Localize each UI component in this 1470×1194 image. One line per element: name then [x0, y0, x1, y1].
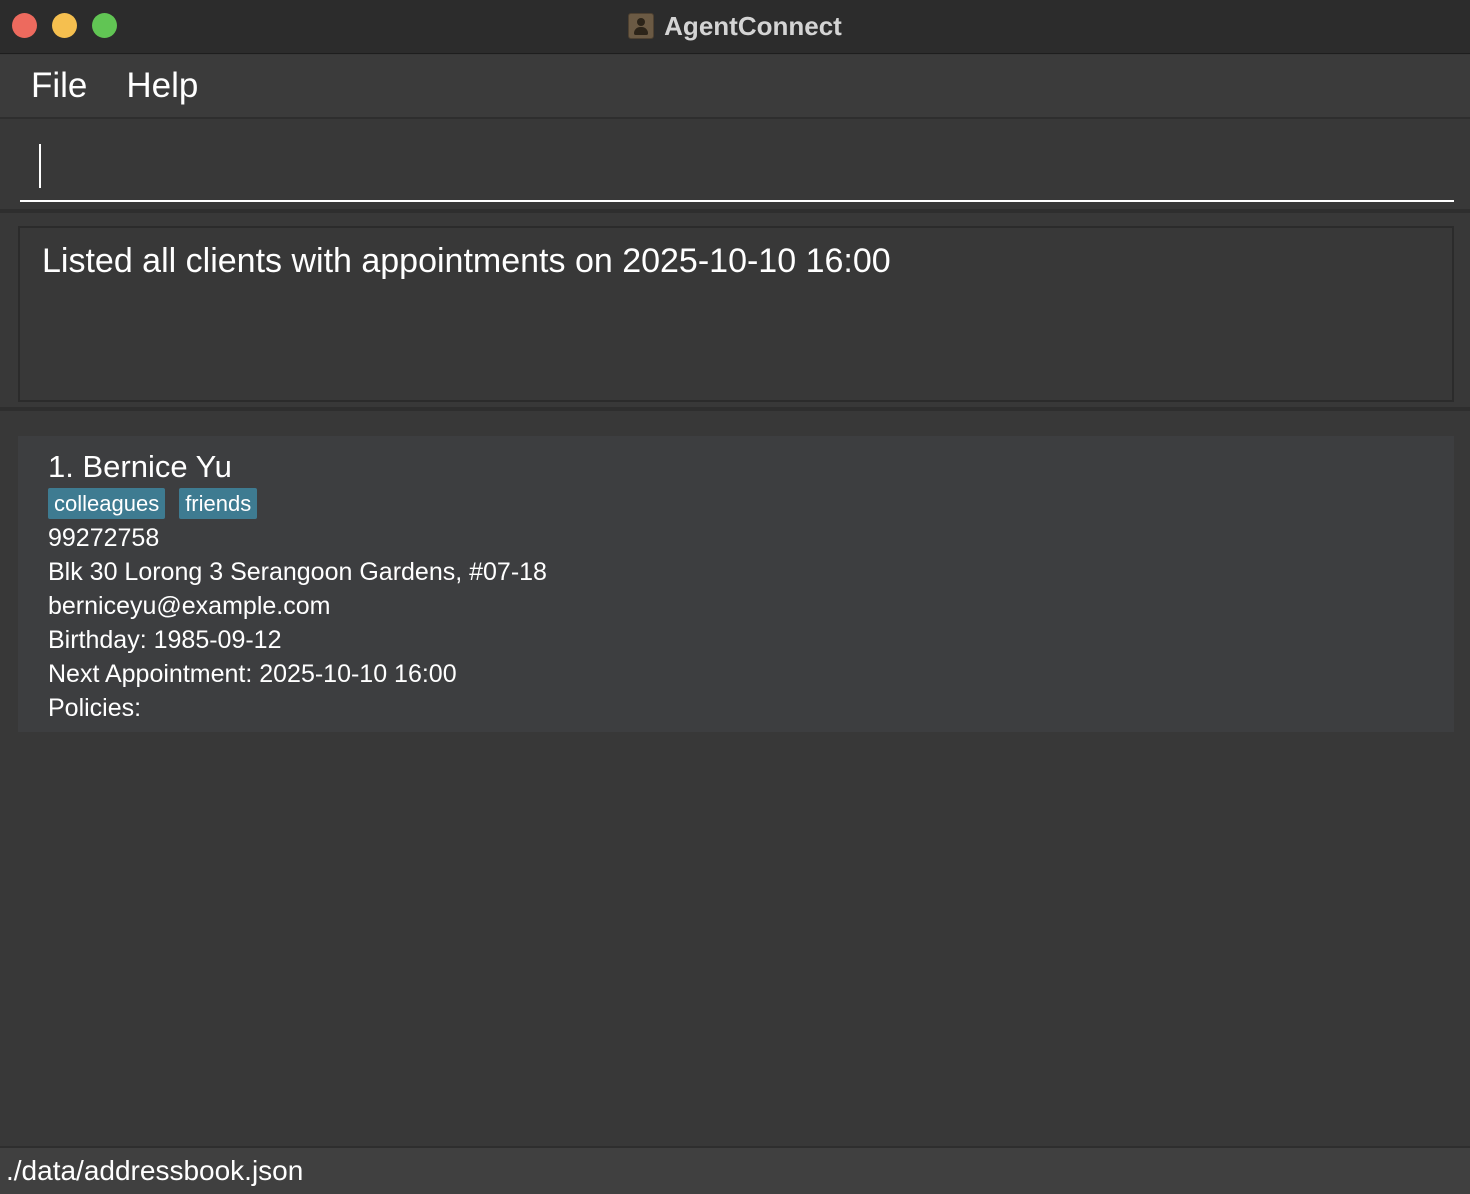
command-box-area — [0, 121, 1470, 213]
result-display-area: Listed all clients with appointments on … — [0, 217, 1470, 411]
status-bar: ./data/addressbook.json — [0, 1146, 1470, 1194]
save-file-path: ./data/addressbook.json — [6, 1155, 304, 1186]
app-window: AgentConnect File Help Listed all client… — [0, 0, 1470, 1194]
menu-bar: File Help — [0, 55, 1470, 119]
tag-colleagues: colleagues — [48, 488, 166, 519]
window-title: AgentConnect — [664, 10, 842, 41]
client-birthday: Birthday: 1985-09-12 — [48, 626, 282, 654]
client-tags: colleagues friends — [48, 488, 1424, 519]
client-address: Blk 30 Lorong 3 Serangoon Gardens, #07-1… — [48, 558, 547, 586]
text-caret — [39, 144, 41, 188]
client-phone: 99272758 — [48, 524, 160, 552]
contacts-icon — [628, 13, 655, 39]
client-name: 1. Bernice Yu — [48, 449, 232, 484]
client-list[interactable]: 1. Bernice Yu colleagues friends 9927275… — [0, 415, 1470, 1145]
client-card[interactable]: 1. Bernice Yu colleagues friends 9927275… — [18, 436, 1454, 732]
window-title-group: AgentConnect — [0, 0, 1470, 52]
result-message: Listed all clients with appointments on … — [42, 242, 891, 280]
menu-file[interactable]: File — [31, 66, 87, 106]
menu-help[interactable]: Help — [126, 66, 198, 106]
title-bar: AgentConnect — [0, 0, 1470, 54]
tag-friends: friends — [179, 488, 258, 519]
command-input[interactable] — [20, 129, 1454, 202]
client-policies: Policies: — [48, 694, 142, 722]
result-display: Listed all clients with appointments on … — [18, 226, 1454, 402]
client-email: berniceyu@example.com — [48, 592, 331, 620]
client-next-appointment: Next Appointment: 2025-10-10 16:00 — [48, 660, 457, 688]
